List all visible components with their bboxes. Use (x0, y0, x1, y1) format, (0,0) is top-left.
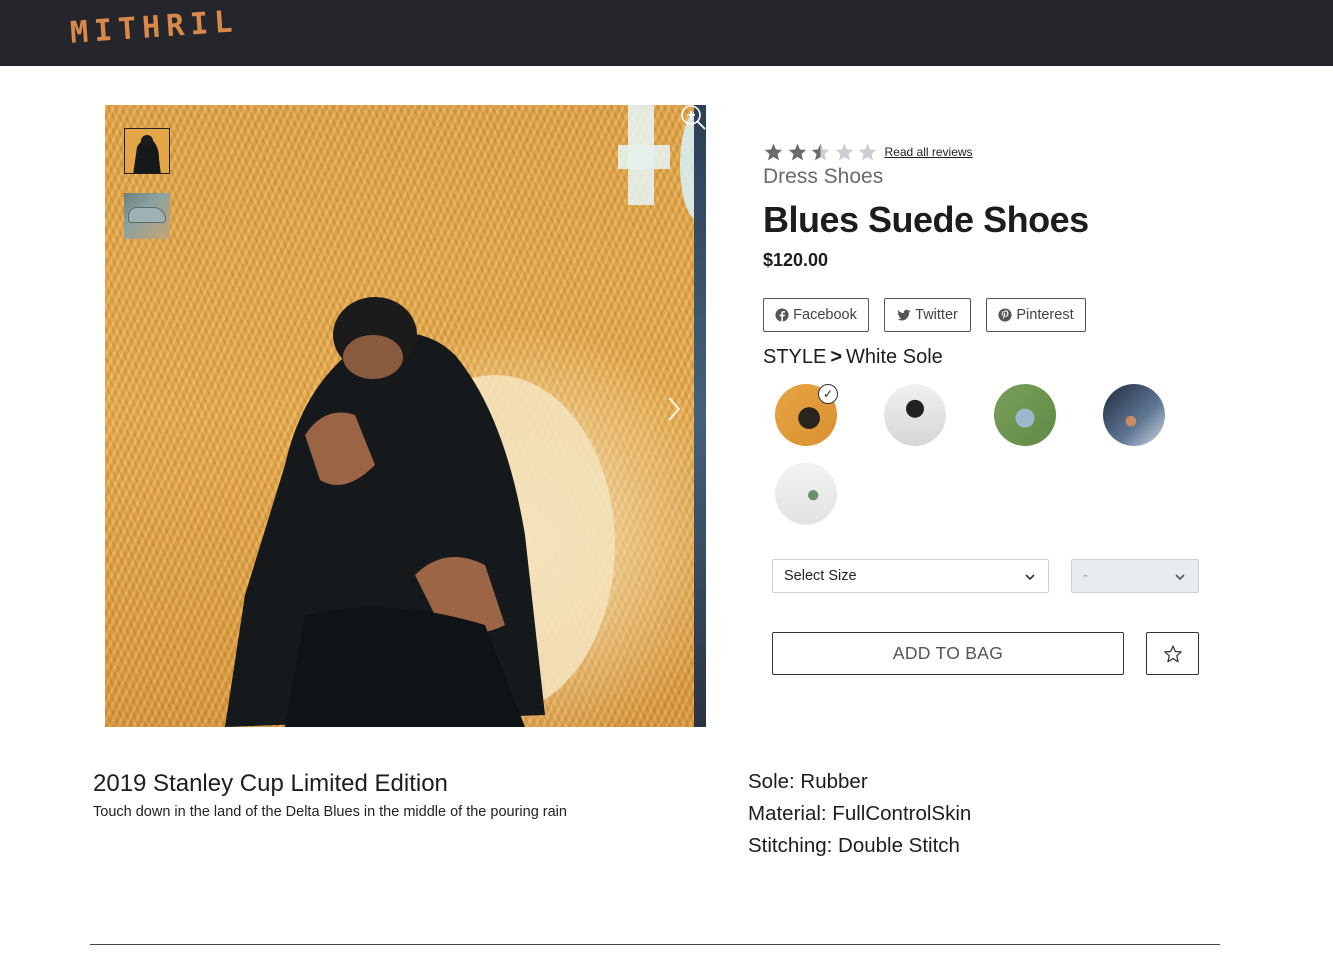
gallery-thumbnail-2[interactable] (124, 193, 170, 239)
style-selection-label: STYLE > White Sole (763, 346, 943, 369)
size-select[interactable]: Select Size (772, 559, 1049, 593)
star-filled-icon (788, 143, 806, 161)
star-half-icon (811, 143, 830, 161)
product-rating: Read all reviews (763, 142, 973, 162)
spec-material: Material: FullControlSkin (748, 802, 972, 825)
star-empty-icon (858, 143, 877, 161)
share-facebook-button[interactable]: Facebook (763, 298, 869, 332)
facebook-icon (775, 308, 789, 322)
share-twitter-label: Twitter (915, 307, 958, 323)
spec-stitching: Stitching: Double Stitch (748, 834, 960, 857)
star-outline-icon (1163, 644, 1182, 662)
share-pinterest-label: Pinterest (1016, 307, 1074, 323)
style-separator: > (830, 346, 843, 368)
star-filled-icon (764, 143, 783, 161)
product-specifications: Sole: Rubber Material: FullControlSkin S… (748, 768, 971, 864)
share-pinterest-button[interactable]: Pinterest (986, 298, 1086, 332)
share-facebook-label: Facebook (793, 307, 857, 323)
spec-sole: Sole: Rubber (748, 770, 868, 793)
chevron-right-icon[interactable] (664, 395, 684, 423)
chevron-down-icon (1175, 574, 1185, 581)
section-divider (90, 944, 1220, 945)
star-empty-icon (835, 143, 853, 161)
thumbnail-shoe-image (128, 207, 166, 223)
checkmark-icon: ✓ (818, 384, 838, 404)
product-price: $120.00 (763, 250, 829, 270)
twitter-icon (897, 309, 911, 321)
brand-logo[interactable]: MITHRIL (69, 4, 239, 51)
thumbnail-person-image (125, 129, 169, 173)
quantity-select-value: - (1083, 568, 1088, 584)
description-title: 2019 Stanley Cup Limited Edition (93, 770, 448, 797)
product-image-gallery (105, 105, 706, 727)
share-twitter-button[interactable]: Twitter (884, 298, 971, 332)
quantity-select[interactable]: - (1071, 559, 1199, 593)
pinterest-icon (998, 308, 1012, 322)
top-navigation-bar: MITHRIL (0, 0, 1333, 66)
product-category: Dress Shoes (763, 165, 884, 188)
style-swatch-4[interactable] (1103, 384, 1165, 446)
style-swatch-3[interactable] (994, 384, 1056, 446)
person-figure (225, 297, 615, 727)
style-swatch-2[interactable] (884, 384, 946, 446)
add-to-favorites-button[interactable] (1146, 632, 1199, 675)
image-edge-strip (694, 105, 706, 727)
product-title: Blues Suede Shoes (763, 199, 1089, 240)
description-text: Touch down in the land of the Delta Blue… (93, 804, 567, 820)
add-to-bag-button[interactable]: ADD TO BAG (772, 632, 1124, 675)
selected-style-name: White Sole (846, 346, 943, 368)
read-all-reviews-link[interactable]: Read all reviews (885, 145, 973, 159)
style-label-text: STYLE (763, 346, 827, 368)
size-select-value: Select Size (784, 568, 857, 584)
style-swatch-5[interactable] (775, 463, 837, 525)
chevron-down-icon (1025, 574, 1035, 581)
zoom-in-icon[interactable] (679, 103, 707, 131)
gallery-thumbnail-1[interactable] (124, 128, 170, 174)
